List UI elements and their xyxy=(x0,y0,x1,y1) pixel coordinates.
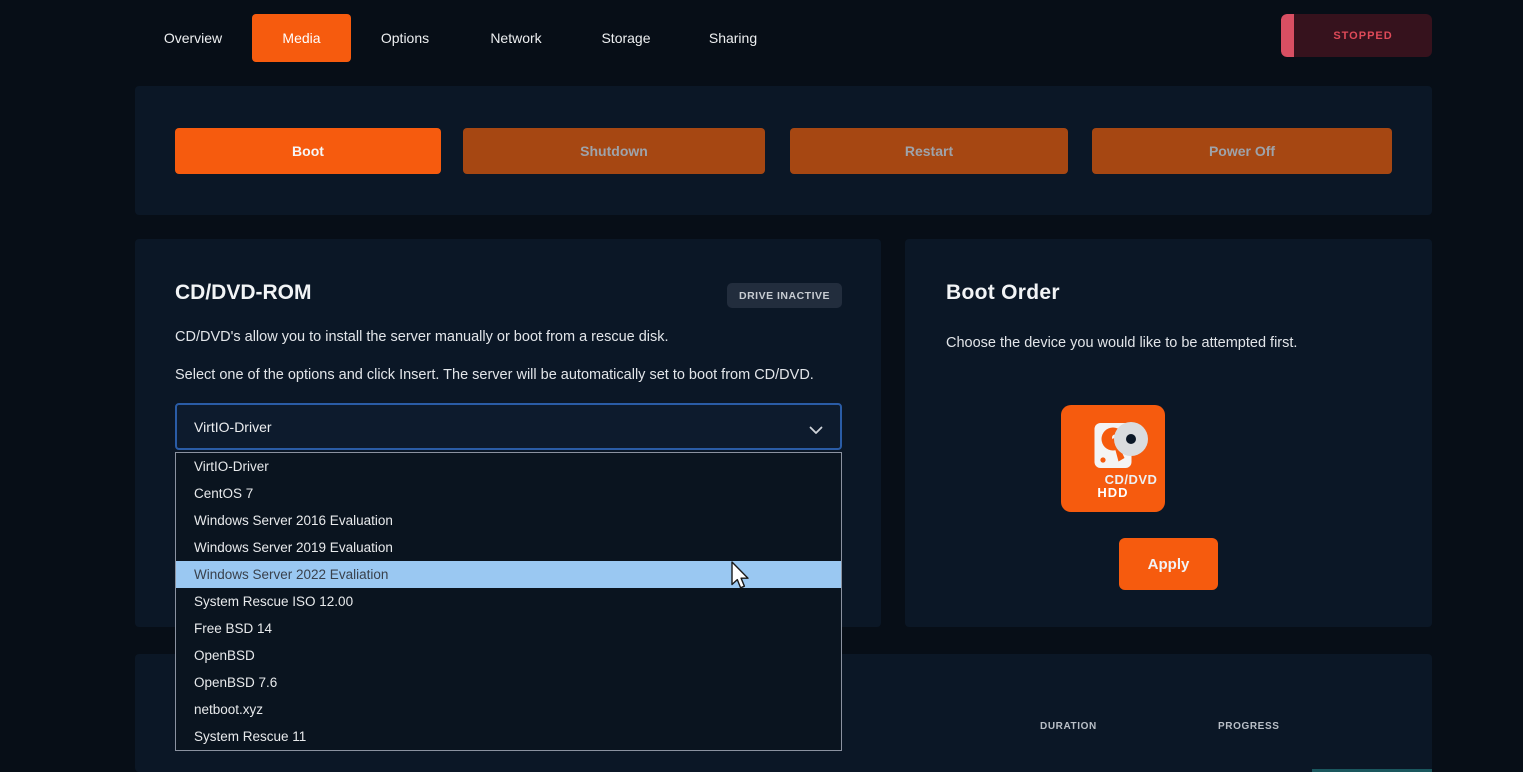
status-label: STOPPED xyxy=(1294,14,1432,57)
iso-option[interactable]: VirtIO-Driver xyxy=(176,453,841,480)
iso-option[interactable]: OpenBSD 7.6 xyxy=(176,669,841,696)
iso-select[interactable]: VirtIO-Driver xyxy=(175,403,842,450)
iso-option[interactable]: OpenBSD xyxy=(176,642,841,669)
boot-order-title: Boot Order xyxy=(946,281,1060,305)
iso-option-highlighted[interactable]: Windows Server 2022 Evaliation xyxy=(176,561,841,588)
cddvd-title: CD/DVD-ROM xyxy=(175,281,312,305)
boot-order-subtitle: Choose the device you would like to be a… xyxy=(946,335,1297,351)
tab-options[interactable]: Options xyxy=(372,14,438,62)
iso-select-value: VirtIO-Driver xyxy=(194,419,272,435)
iso-option[interactable]: System Rescue 11 xyxy=(176,723,841,750)
drive-inactive-badge: DRIVE INACTIVE xyxy=(727,283,842,308)
status-strip xyxy=(1281,14,1294,57)
column-header-duration: DURATION xyxy=(1040,721,1097,732)
iso-option[interactable]: netboot.xyz xyxy=(176,696,841,723)
power-actions-panel: Boot Shutdown Restart Power Off xyxy=(135,86,1432,215)
apply-button[interactable]: Apply xyxy=(1119,538,1218,590)
iso-dropdown-list: VirtIO-Driver CentOS 7 Windows Server 20… xyxy=(175,452,842,751)
hdd-label: HDD xyxy=(1061,485,1165,500)
iso-option[interactable]: Windows Server 2019 Evaluation xyxy=(176,534,841,561)
restart-button[interactable]: Restart xyxy=(790,128,1068,174)
power-off-button[interactable]: Power Off xyxy=(1092,128,1392,174)
cd-disc-icon xyxy=(1113,444,1149,461)
cddvd-description-1: CD/DVD's allow you to install the server… xyxy=(175,329,669,345)
boot-device-cddvd[interactable]: CD/DVD xyxy=(1083,421,1179,487)
iso-option[interactable]: CentOS 7 xyxy=(176,480,841,507)
server-media-page: Overview Media Options Network Storage S… xyxy=(0,0,1523,772)
cddvd-description-2: Select one of the options and click Inse… xyxy=(175,367,814,383)
tab-network[interactable]: Network xyxy=(483,14,549,62)
status-badge: STOPPED xyxy=(1281,14,1432,57)
boot-button[interactable]: Boot xyxy=(175,128,441,174)
column-header-progress: PROGRESS xyxy=(1218,721,1279,732)
iso-option[interactable]: System Rescue ISO 12.00 xyxy=(176,588,841,615)
iso-option[interactable]: Windows Server 2016 Evaluation xyxy=(176,507,841,534)
iso-option[interactable]: Free BSD 14 xyxy=(176,615,841,642)
shutdown-button[interactable]: Shutdown xyxy=(463,128,765,174)
chevron-down-icon xyxy=(809,422,823,440)
tab-storage[interactable]: Storage xyxy=(593,14,659,62)
cddvd-label: CD/DVD xyxy=(1083,472,1179,487)
drive-inactive-label: DRIVE INACTIVE xyxy=(739,290,830,302)
tab-media[interactable]: Media xyxy=(252,14,351,62)
boot-order-panel: Boot Order Choose the device you would l… xyxy=(905,239,1432,627)
tab-overview[interactable]: Overview xyxy=(160,14,226,62)
tab-sharing[interactable]: Sharing xyxy=(700,14,766,62)
